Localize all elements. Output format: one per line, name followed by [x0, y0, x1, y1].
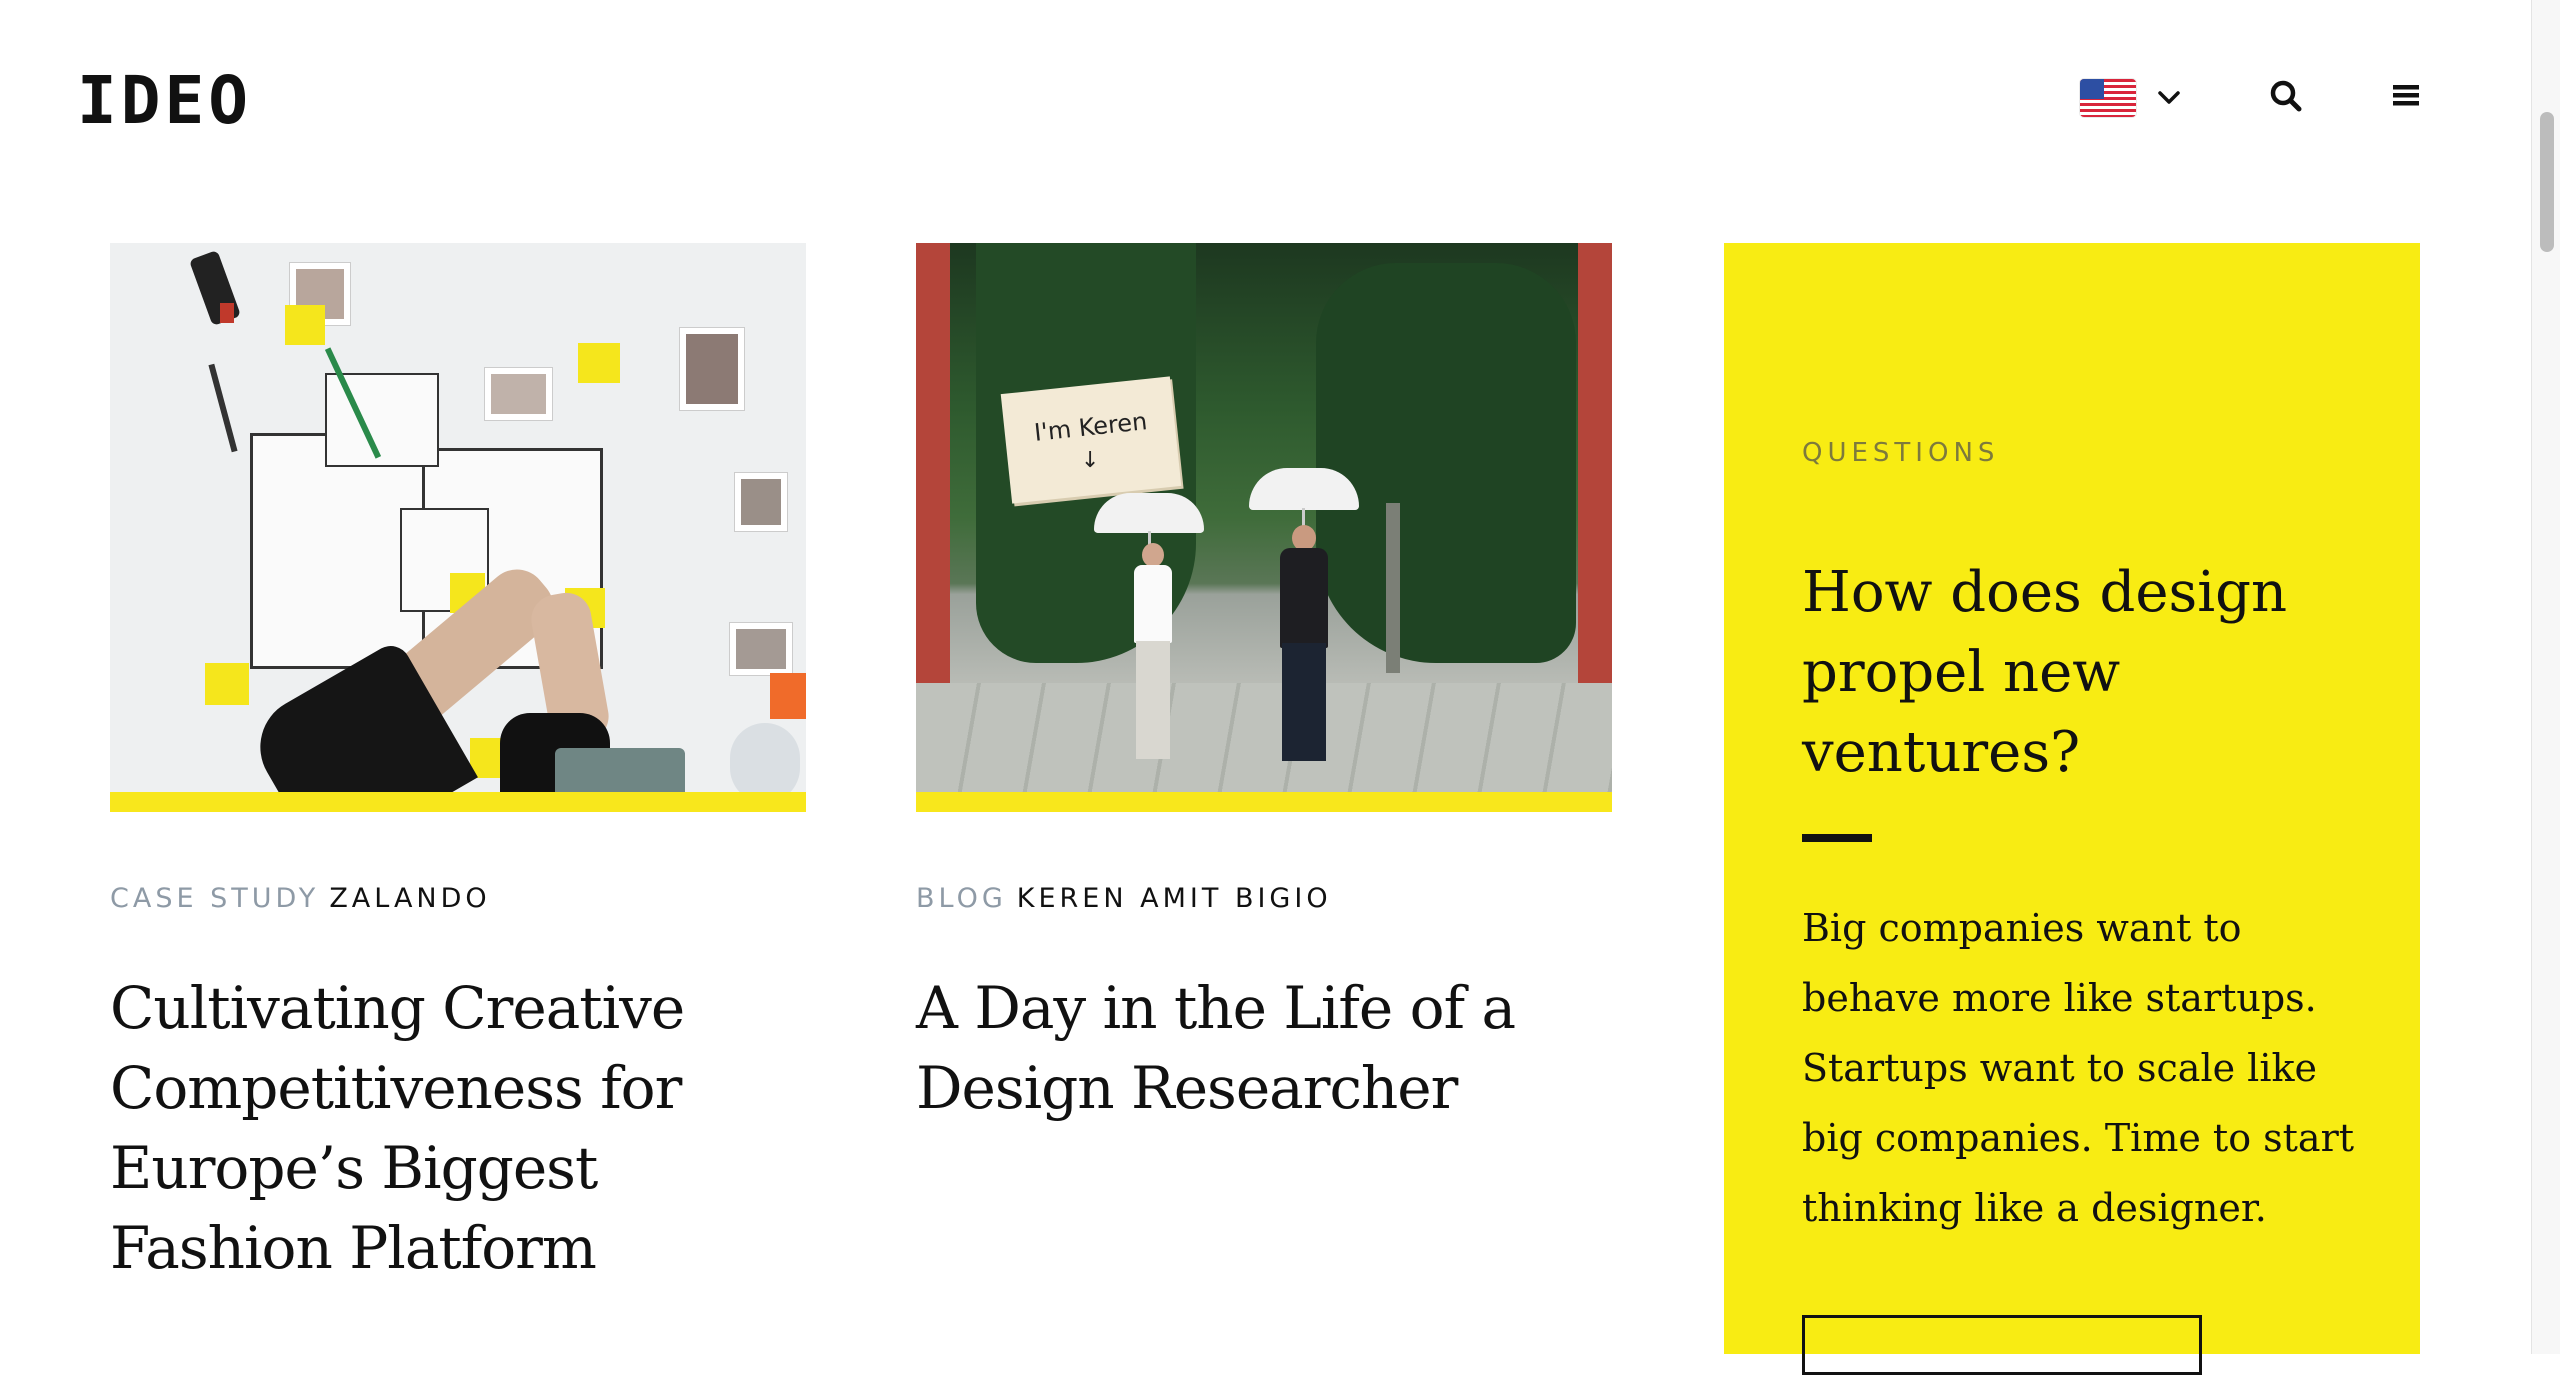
panel-body: Big companies want to behave more like s…	[1802, 906, 2355, 1230]
menu-button[interactable]	[2390, 80, 2422, 110]
scrollbar-thumb[interactable]	[2540, 112, 2554, 252]
workshop-photo	[110, 243, 806, 792]
hamburger-menu-icon	[2393, 85, 2419, 106]
card-image-researcher[interactable]: I'm Keren ↓	[916, 243, 1612, 812]
ideo-logo[interactable]: IDEO	[77, 68, 252, 134]
search-icon	[2270, 80, 2302, 112]
card-type: BLOG	[916, 883, 1007, 914]
researcher-photo: I'm Keren ↓	[916, 243, 1612, 792]
panel-divider	[1802, 834, 1872, 842]
panel-eyebrow: QUESTIONS	[1802, 438, 2000, 468]
us-flag-icon	[2080, 79, 2136, 117]
panel-title: How does design propel new ventures?	[1802, 560, 2288, 785]
card-meta: BLOG KEREN AMIT BIGIO	[916, 885, 1612, 912]
chevron-down-icon	[2158, 91, 2180, 104]
article-card-zalando: CASE STUDY ZALANDO Cultivating Creative C…	[110, 243, 806, 1288]
card-title[interactable]: Cultivating Creative Competitiveness for…	[110, 968, 830, 1288]
card-title[interactable]: A Day in the Life of a Design Researcher	[916, 968, 1636, 1128]
card-client[interactable]: ZALANDO	[329, 883, 490, 914]
card-meta: CASE STUDY ZALANDO	[110, 885, 806, 912]
card-image-workshop[interactable]	[110, 243, 806, 812]
locale-selector[interactable]	[2080, 76, 2180, 120]
article-card-design-researcher: I'm Keren ↓ BLOG KEREN AMIT BIGIO A Day i…	[916, 243, 1612, 1128]
page-scrollbar[interactable]	[2531, 0, 2560, 1354]
search-button[interactable]	[2268, 78, 2304, 114]
card-type: CASE STUDY	[110, 883, 320, 914]
panel-cta-button[interactable]	[1802, 1315, 2202, 1375]
card-author[interactable]: KEREN AMIT BIGIO	[1017, 883, 1332, 914]
questions-panel: QUESTIONS How does design propel new ven…	[1724, 243, 2420, 1375]
